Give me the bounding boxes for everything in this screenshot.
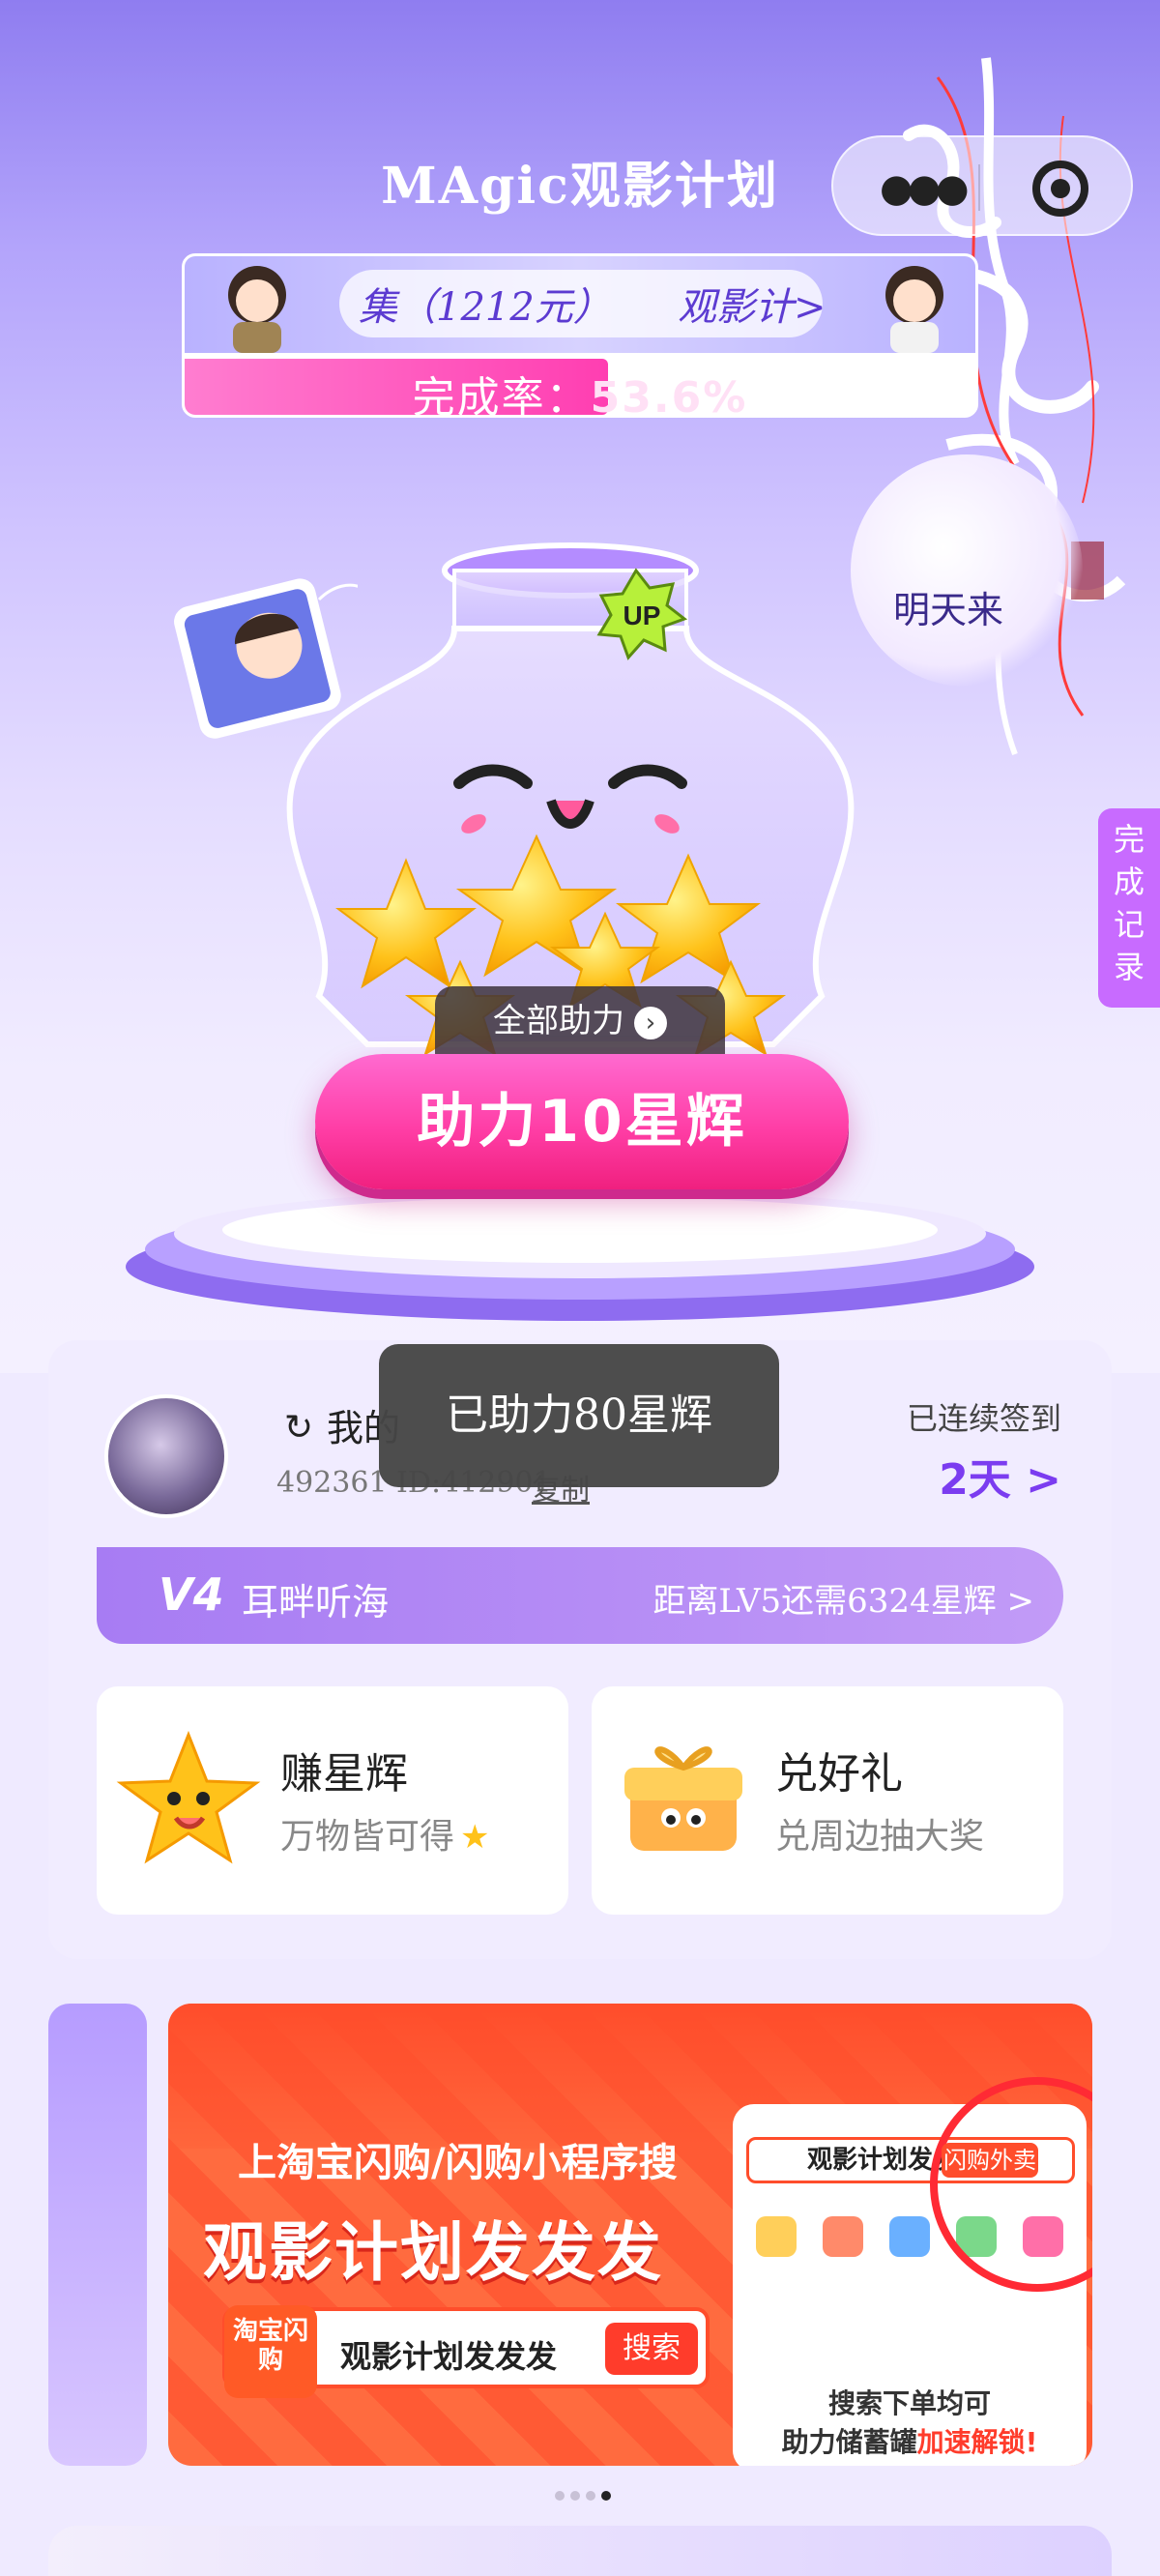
level-name: 耳畔听海 — [242, 1581, 390, 1624]
completion-value: 53.6% — [590, 373, 748, 418]
promo-carousel[interactable]: 上淘宝闪购/闪购小程序搜 观影计划发发发 淘宝闪购 观影计划发发发 搜索 观影计… — [48, 2004, 1112, 2468]
streak-label: 已连续签到 — [906, 1400, 1061, 1437]
phone-caption: 搜索下单均可 助力储蓄罐加速解锁! — [733, 2385, 1087, 2462]
taobao-ad-banner[interactable]: 上淘宝闪购/闪购小程序搜 观影计划发发发 淘宝闪购 观影计划发发发 搜索 观影计… — [168, 2004, 1092, 2466]
more-dots-icon[interactable]: ●●● — [880, 166, 970, 211]
moon-text: 明天来 — [893, 589, 1004, 631]
carousel-dot[interactable] — [570, 2491, 580, 2501]
flash-delivery-badge: 闪购外卖 — [942, 2143, 1038, 2178]
chevron-right-icon: › — [634, 1006, 667, 1039]
progress-banner: 集（1212元） 观影计> — [185, 256, 975, 353]
phone-caption-line1: 搜索下单均可 — [827, 2387, 991, 2419]
mini-program-capsule: ●●● — [831, 135, 1133, 236]
chibi-right-icon — [885, 266, 943, 353]
completion-bar: 完成率：53.6% — [185, 353, 975, 418]
star-mascot-icon — [116, 1730, 261, 1864]
carousel-dot[interactable] — [586, 2491, 595, 2501]
level-tag: V4 — [159, 1568, 224, 1621]
carousel-dot[interactable] — [555, 2491, 565, 2501]
previous-slide[interactable] — [48, 2004, 147, 2466]
chibi-left-icon — [228, 266, 286, 353]
completion-record-tab[interactable]: 完成记录 — [1098, 808, 1160, 1008]
category-icon — [822, 2216, 863, 2257]
redeem-gifts-subtitle: 兑周边抽大奖 — [775, 1817, 985, 1857]
moon-decoration — [851, 454, 1083, 687]
phone-caption-line2a: 助力储蓄罐 — [781, 2426, 917, 2458]
ad-search-box[interactable]: 淘宝闪购 观影计划发发发 搜索 — [222, 2305, 710, 2398]
taobao-flash-logo: 淘宝闪购 — [224, 2305, 317, 2398]
next-section-peek — [48, 2526, 1112, 2576]
earn-stars-title: 赚星辉 — [280, 1749, 408, 1799]
category-icon — [755, 2216, 797, 2257]
ad-headline: 上淘宝闪购/闪购小程序搜 — [238, 2141, 678, 2185]
earn-stars-card[interactable]: 赚星辉 万物皆可得 ★ — [97, 1686, 568, 1915]
level-bar[interactable]: V4 耳畔听海 距离LV5还需6324星辉 > — [97, 1547, 1063, 1644]
earn-stars-subtitle-text: 万物皆可得 — [280, 1817, 455, 1857]
all-help-button[interactable]: 全部助力 › — [435, 986, 725, 1056]
progress-card[interactable]: 集（1212元） 观影计> 完成率：53.6% — [182, 253, 978, 418]
ad-search-button[interactable]: 搜索 — [605, 2323, 698, 2375]
completion-record-label: 完成记录 — [1113, 821, 1145, 985]
completion-text: 完成率：53.6% — [185, 363, 975, 418]
earn-stars-subtitle: 万物皆可得 ★ — [280, 1808, 490, 1859]
jar-up-badge: UP — [624, 600, 661, 630]
capsule-divider — [978, 164, 980, 211]
carousel-dot[interactable] — [601, 2491, 611, 2501]
category-icon — [888, 2216, 930, 2257]
all-help-label: 全部助力 — [493, 1002, 624, 1040]
banner-link[interactable]: 观影计> — [678, 276, 826, 332]
refresh-icon[interactable]: ↻ — [284, 1408, 313, 1448]
carousel-indicator — [555, 2491, 611, 2501]
phone-caption-line2b: 加速解锁! — [916, 2426, 1038, 2458]
ad-main-slogan: 观影计划发发发 — [203, 2215, 663, 2290]
redeem-gifts-title: 兑好礼 — [775, 1749, 903, 1799]
avatar[interactable] — [104, 1394, 228, 1518]
streak-value[interactable]: 2天 > — [939, 1445, 1061, 1507]
completion-label: 完成率： — [412, 373, 591, 418]
help-10-stars-button[interactable]: 助力10星辉 — [315, 1054, 849, 1189]
banner-text: 集（1212元） — [359, 285, 612, 330]
small-star-icon: ★ — [460, 1818, 490, 1857]
target-icon[interactable] — [1032, 161, 1088, 217]
toast-message: 已助力80星辉 — [379, 1344, 779, 1487]
redeem-gifts-card[interactable]: 兑好礼 兑周边抽大奖 — [592, 1686, 1063, 1915]
ad-search-query: 观影计划发发发 — [340, 2338, 558, 2375]
gift-box-icon — [624, 1746, 742, 1851]
level-next-text: 距离LV5还需6324星辉 > — [652, 1582, 1034, 1621]
